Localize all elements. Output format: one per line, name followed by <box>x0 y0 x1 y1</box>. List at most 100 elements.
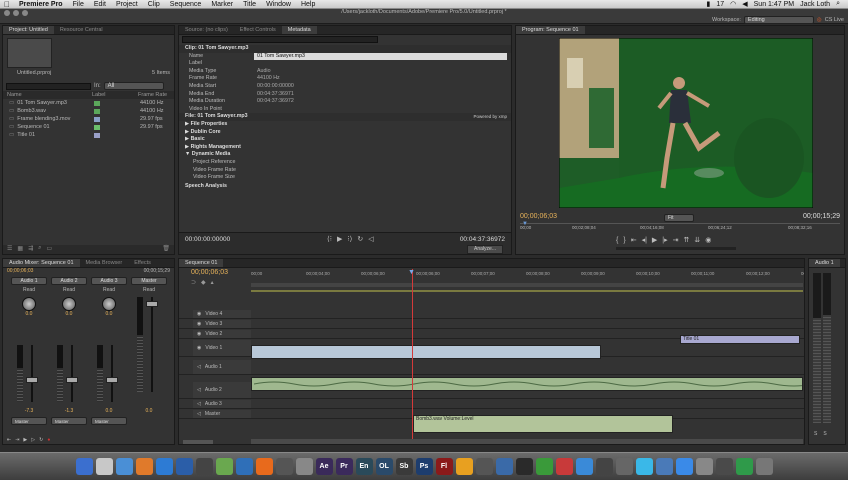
tab-sequence[interactable]: Sequence 01 <box>179 259 224 267</box>
close-window-button[interactable] <box>4 10 10 16</box>
metadata-subfield[interactable]: Video Frame Size <box>179 174 511 182</box>
col-name[interactable]: Name <box>7 91 92 99</box>
dock-app-icon[interactable] <box>455 458 473 475</box>
program-ruler[interactable]: 00;00 00;02;08;04 00;04;16;08 00;06;24;1… <box>520 221 840 233</box>
volume-fader[interactable] <box>106 377 118 383</box>
track-header[interactable]: ◁ Audio 3 <box>193 400 251 408</box>
dock-app-icon[interactable] <box>75 458 93 475</box>
dock-app-icon[interactable] <box>235 458 253 475</box>
record-icon[interactable]: ● <box>47 437 50 443</box>
new-bin-icon[interactable]: ▭ <box>46 245 52 254</box>
play-icon[interactable]: ▶ <box>652 236 657 244</box>
disclosure-triangle-icon[interactable]: ▶ <box>185 136 189 142</box>
spotlight-icon[interactable]: ⌕ <box>836 0 840 8</box>
pan-knob[interactable] <box>22 297 36 311</box>
step-back-icon[interactable]: ⟨⁝ <box>327 235 332 243</box>
snap-icon[interactable]: ⊃ <box>191 279 196 286</box>
lift-icon[interactable]: ⇈ <box>684 236 690 244</box>
volume-value[interactable]: 0.0 <box>91 408 127 414</box>
menu-sequence[interactable]: Sequence <box>165 0 207 9</box>
jog-shuttle[interactable] <box>616 247 736 250</box>
metadata-section-header[interactable]: ▶ Basic <box>179 136 511 144</box>
marker-icon[interactable]: ◆ <box>201 279 206 286</box>
tab-effect-controls[interactable]: Effect Controls <box>234 26 282 34</box>
timeline-timecode[interactable]: 00;00;06;03 <box>191 269 228 276</box>
dock-app-icon[interactable]: OL <box>375 458 393 475</box>
project-search-input[interactable] <box>6 82 91 90</box>
label-color-chip[interactable] <box>94 108 100 114</box>
playhead-marker-icon[interactable]: ▼ <box>522 221 528 227</box>
metadata-section-header[interactable]: ▶ Dublin Core <box>179 129 511 137</box>
zoom-select[interactable]: Fit <box>664 214 694 222</box>
channel-name[interactable]: Audio 3 <box>91 277 127 285</box>
track-header[interactable]: ◉ Video 4 <box>193 310 251 318</box>
project-item-row[interactable]: ▭ Frame blending3.mov 29.97 fps <box>3 115 174 123</box>
dock-app-icon[interactable] <box>755 458 773 475</box>
label-color-chip[interactable] <box>94 100 100 106</box>
clock[interactable]: Sun 1:47 PM <box>754 1 794 8</box>
dock-app-icon[interactable] <box>515 458 533 475</box>
program-video-frame[interactable] <box>559 38 813 208</box>
extract-icon[interactable]: ⇊ <box>694 236 700 244</box>
apple-icon[interactable]:  <box>0 0 14 9</box>
zoom-window-button[interactable] <box>22 10 28 16</box>
metadata-field-value[interactable]: 00:00:00:00000 <box>254 83 511 91</box>
mixer-timecode-left[interactable]: 00;00;06;03 <box>7 268 33 276</box>
metadata-section-header[interactable]: ▶ Rights Management <box>179 144 511 152</box>
pan-value[interactable]: 0.0 <box>11 311 47 317</box>
dock-app-icon[interactable] <box>295 458 313 475</box>
metadata-section-header[interactable]: ▶ File Properties <box>179 121 511 129</box>
metadata-subfield[interactable]: Video Frame Rate <box>179 167 511 175</box>
audio1-clip[interactable] <box>251 377 803 391</box>
metadata-field-value[interactable]: Audio <box>254 68 511 76</box>
timeline-scrollbar[interactable] <box>251 439 803 444</box>
tab-program[interactable]: Program: Sequence 01 <box>516 26 585 34</box>
play-icon[interactable]: ▶ <box>23 437 27 443</box>
menu-clip[interactable]: Clip <box>143 0 165 9</box>
dock-app-icon[interactable]: Ps <box>415 458 433 475</box>
dock-app-icon[interactable] <box>95 458 113 475</box>
step-forward-icon[interactable]: |▸ <box>662 236 667 244</box>
timeline-zoom-slider[interactable] <box>183 440 213 444</box>
keyframe-icon[interactable]: ▴ <box>211 279 214 286</box>
pan-knob[interactable] <box>62 297 76 311</box>
volume-icon[interactable]: ◀ <box>742 0 747 8</box>
volume-value[interactable]: -1.3 <box>51 408 87 414</box>
metadata-search-input[interactable] <box>182 36 378 43</box>
volume-icon[interactable]: ◁ <box>368 235 373 243</box>
dock-app-icon[interactable] <box>495 458 513 475</box>
dock-app-icon[interactable] <box>195 458 213 475</box>
mark-out-icon[interactable]: } <box>623 237 625 244</box>
solo-right-button[interactable]: S <box>823 431 826 437</box>
track-header[interactable]: ◁ Master <box>193 410 251 418</box>
dock-app-icon[interactable] <box>535 458 553 475</box>
output-select[interactable]: Master <box>11 417 47 425</box>
tab-audio-meter[interactable]: Audio 1 <box>809 259 840 267</box>
dock-app-icon[interactable] <box>555 458 573 475</box>
col-label[interactable]: Label <box>92 91 138 99</box>
dock-app-icon[interactable] <box>575 458 593 475</box>
user-name[interactable]: Jack Loth <box>800 1 830 8</box>
tab-metadata[interactable]: Metadata <box>281 26 317 34</box>
tab-project[interactable]: Project: Untitled <box>3 26 54 34</box>
minimize-window-button[interactable] <box>13 10 19 16</box>
tab-media-browser[interactable]: Media Browser <box>80 259 129 267</box>
eye-icon[interactable]: ◉ <box>197 321 201 327</box>
output-select[interactable]: Master <box>51 417 87 425</box>
dock-app-icon[interactable] <box>255 458 273 475</box>
mark-in-icon[interactable]: { <box>616 237 618 244</box>
go-to-in-icon[interactable]: ⇤ <box>7 437 11 443</box>
cs-live-icon[interactable]: ◎ <box>817 17 822 23</box>
disclosure-triangle-icon[interactable]: ▶ <box>185 129 189 135</box>
speaker-icon[interactable]: ◁ <box>197 364 201 370</box>
volume-value[interactable]: -7.3 <box>11 408 47 414</box>
automation-mode[interactable]: Read <box>11 287 47 293</box>
disclosure-triangle-icon[interactable]: ▶ <box>185 144 189 150</box>
channel-name[interactable]: Audio 1 <box>11 277 47 285</box>
tab-resource-central[interactable]: Resource Central <box>54 26 109 34</box>
work-area-bar[interactable] <box>251 283 803 287</box>
metadata-field-value[interactable] <box>254 106 511 114</box>
export-frame-icon[interactable]: ◉ <box>705 236 711 244</box>
channel-name[interactable]: Audio 2 <box>51 277 87 285</box>
icon-view-icon[interactable]: ▦ <box>17 245 23 254</box>
